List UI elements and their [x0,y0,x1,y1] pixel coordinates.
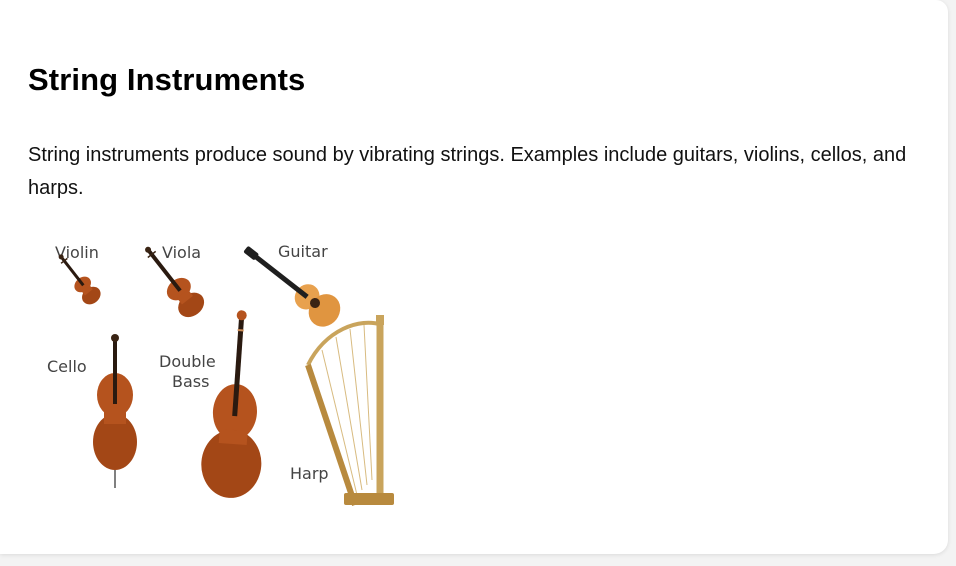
cello-label: Cello [47,357,87,376]
guitar-label: Guitar [278,242,328,261]
double-bass-label-line1: Double [159,352,216,371]
viola-label: Viola [162,243,201,262]
double-bass-label-line2: Bass [172,372,209,391]
cello-illustration [93,334,137,488]
description-text: String instruments produce sound by vibr… [28,144,907,199]
harp-label: Harp [290,464,329,483]
page-title: String Instruments [28,62,306,97]
double-bass-illustration [201,310,262,498]
string-instruments-image: Violin Viola Guitar Cello Double Bass Ha… [40,225,410,515]
content-card: String Instruments String instruments pr… [0,0,948,554]
